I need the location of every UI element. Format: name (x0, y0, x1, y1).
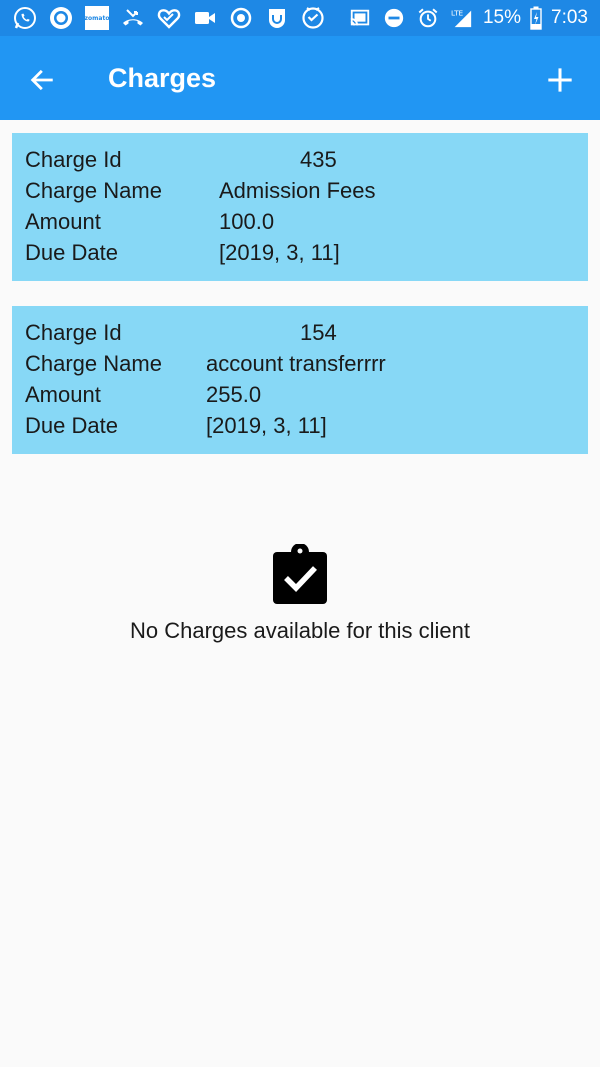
check-app-icon (300, 5, 326, 31)
amount-value: 255.0 (206, 382, 262, 407)
assignment-turned-in-icon (273, 544, 327, 604)
charge-id-value: 154 (300, 320, 337, 345)
lte-signal-icon: LTE (449, 5, 475, 31)
alarm-icon (415, 5, 441, 31)
charge-id-label: Charge Id (25, 147, 122, 172)
due-date-label: Due Date (25, 413, 118, 438)
clock: 7:03 (551, 7, 588, 28)
app-badge-icon (264, 5, 290, 31)
amount-label: Amount (25, 209, 101, 234)
system-icons: LTE 15% 7:03 (347, 5, 588, 31)
battery-icon (529, 5, 543, 31)
amount-value: 100.0 (219, 209, 275, 234)
charge-card[interactable]: Charge Id 154 Charge Name account transf… (12, 306, 588, 454)
due-date-value: [2019, 3, 11] (206, 413, 327, 438)
charge-id-value: 435 (300, 147, 337, 172)
missed-call-icon (120, 5, 146, 31)
charge-name-label: Charge Name (25, 351, 162, 376)
add-charge-button[interactable] (538, 58, 582, 102)
charge-name-value: account transferrrr (206, 351, 386, 376)
zomato-icon: zomato (84, 5, 110, 31)
status-bar: zomato LTE 15% 7:03 (0, 0, 600, 36)
charge-name-label: Charge Name (25, 178, 162, 203)
zomato-logo: zomato (85, 6, 109, 30)
heart-app-icon (156, 5, 182, 31)
due-date-label: Due Date (25, 240, 118, 265)
lte-label: LTE (451, 8, 464, 17)
battery-percentage: 15% (482, 7, 522, 28)
empty-state-message: No Charges available for this client (130, 618, 470, 643)
record-icon (228, 5, 254, 31)
amount-label: Amount (25, 382, 101, 407)
notification-icons: zomato (12, 5, 326, 31)
charge-name-value: Admission Fees (219, 178, 376, 203)
whatsapp-icon (12, 5, 38, 31)
camera-app-icon (48, 5, 74, 31)
due-date-value: [2019, 3, 11] (219, 240, 340, 265)
video-icon (192, 5, 218, 31)
cast-icon (347, 5, 373, 31)
page-title: Charges (108, 63, 217, 93)
back-button[interactable] (20, 58, 64, 102)
dnd-icon (381, 5, 407, 31)
plus-icon (548, 68, 572, 92)
app-toolbar: Charges (0, 36, 600, 120)
arrow-left-icon (30, 69, 53, 91)
charge-id-label: Charge Id (25, 320, 122, 345)
charge-card[interactable]: Charge Id 435 Charge Name Admission Fees… (12, 133, 588, 281)
